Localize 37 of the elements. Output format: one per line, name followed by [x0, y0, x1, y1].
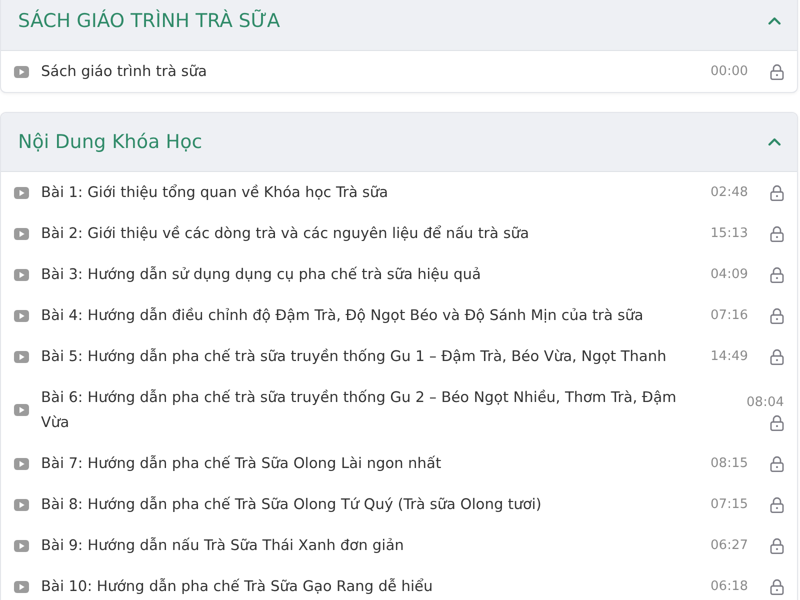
play-icon [14, 458, 29, 470]
play-icon [14, 228, 29, 240]
lesson-duration: 08:04 [746, 394, 784, 412]
play-icon [14, 186, 29, 198]
lesson-title[interactable]: Bài 4: Hướng dẫn điều chỉnh độ Đậm Trà, Độ Ngọt Béo và Độ Sánh Mịn của trà sữa [41, 303, 699, 328]
play-icon [14, 540, 29, 552]
play-icon [14, 404, 29, 416]
lesson-title[interactable]: Bài 9: Hướng dẫn nấu Trà Sữa Thái Xanh đơn giản [41, 533, 699, 558]
lesson-duration: 00:00 [710, 63, 748, 81]
lesson-title[interactable]: Bài 3: Hướng dẫn sử dụng dụng cụ pha chế trà sữa hiệu quả [41, 262, 699, 287]
lesson-title[interactable]: Bài 8: Hướng dẫn pha chế Trà Sữa Olong Tứ Quý (Trà sữa Olong tươi) [41, 492, 699, 517]
lesson-duration: 06:27 [710, 537, 748, 555]
section-title: SÁCH GIÁO TRÌNH TRÀ SỮA [18, 10, 280, 32]
lesson-duration: 02:48 [710, 184, 748, 202]
play-icon [14, 66, 29, 78]
lesson-title[interactable]: Bài 1: Giới thiệu tổng quan về Khóa học Trà sữa [41, 180, 699, 205]
lesson-title[interactable]: Bài 6: Hướng dẫn pha chế trà sữa truyền thống Gu 2 – Béo Ngọt Nhiều, Thơm Trà, Đậm Vừa [41, 385, 700, 435]
play-icon [14, 580, 29, 592]
lesson-duration: 06:18 [710, 578, 748, 596]
lesson-duration: 08:15 [710, 455, 748, 473]
lesson-title[interactable]: Sách giáo trình trà sữa [41, 59, 699, 84]
lesson-duration: 07:15 [710, 496, 748, 514]
play-icon [14, 498, 29, 510]
lesson-duration: 14:49 [710, 348, 748, 366]
lesson-duration: 07:16 [710, 307, 748, 325]
play-icon [14, 350, 29, 362]
play-icon [14, 268, 29, 280]
lesson-title[interactable]: Bài 5: Hướng dẫn pha chế trà sữa truyền thống Gu 1 – Đậm Trà, Béo Vừa, Ngọt Thanh [41, 344, 699, 369]
lesson-title[interactable]: Bài 7: Hướng dẫn pha chế Trà Sữa Olong Lài ngon nhất [41, 451, 699, 476]
play-icon [14, 310, 29, 322]
lesson-duration: 15:13 [710, 225, 748, 243]
chevron-up-icon[interactable] [768, 138, 781, 146]
lesson-duration: 04:09 [710, 266, 748, 284]
lesson-title[interactable]: Bài 10: Hướng dẫn pha chế Trà Sữa Gạo Rang dễ hiểu [41, 574, 699, 599]
section-title: Nội Dung Khóa Học [18, 131, 202, 153]
chevron-up-icon[interactable] [768, 17, 781, 25]
lesson-title[interactable]: Bài 2: Giới thiệu về các dòng trà và các nguyên liệu để nấu trà sữa [41, 221, 699, 246]
